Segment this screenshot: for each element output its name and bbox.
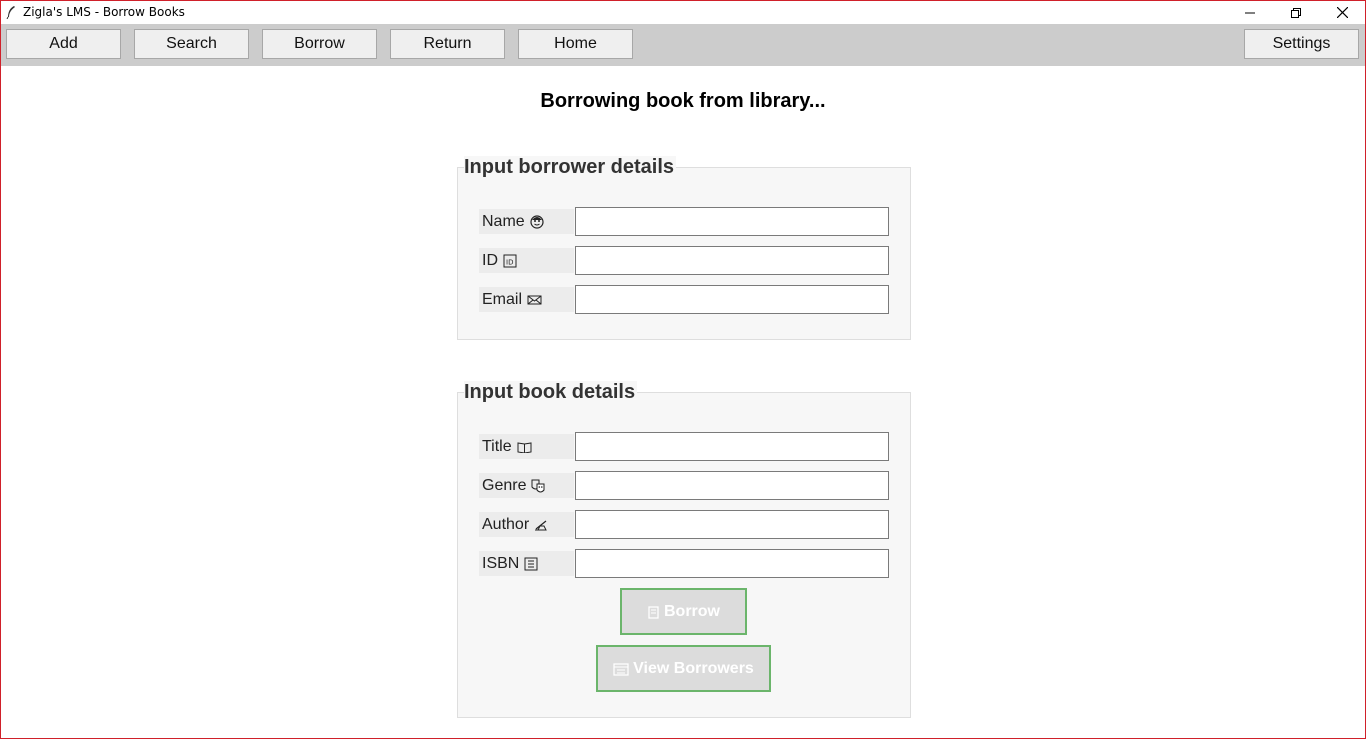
book-group-title: Input book details xyxy=(464,381,638,404)
restore-button[interactable] xyxy=(1273,1,1319,24)
barcode-icon xyxy=(524,557,538,571)
app-window: Zigla's LMS - Borrow Books Add Search Bo… xyxy=(0,0,1366,739)
theater-masks-icon xyxy=(531,479,545,493)
email-label: Email xyxy=(479,287,574,312)
card-index-icon xyxy=(613,662,629,676)
face-icon xyxy=(530,214,544,229)
writing-hand-icon xyxy=(534,519,548,531)
name-input[interactable] xyxy=(575,207,889,236)
name-label: Name xyxy=(479,209,574,234)
toolbar: Add Search Borrow Return Home Settings xyxy=(1,24,1365,66)
window-title: Zigla's LMS - Borrow Books xyxy=(23,5,185,19)
author-label-text: Author xyxy=(482,515,530,533)
scroll-icon xyxy=(647,605,660,619)
isbn-input[interactable] xyxy=(575,549,889,578)
title-bar: Zigla's LMS - Borrow Books xyxy=(1,1,1365,24)
email-input[interactable] xyxy=(575,285,889,314)
envelope-icon xyxy=(527,294,542,306)
id-icon: ID xyxy=(503,254,517,268)
borrow-nav-button[interactable]: Borrow xyxy=(262,29,377,59)
minimize-button[interactable] xyxy=(1227,1,1273,24)
feather-icon xyxy=(6,6,15,19)
id-input[interactable] xyxy=(575,246,889,275)
restore-icon xyxy=(1291,7,1301,18)
title-label: Title xyxy=(479,434,574,459)
title-label-text: Title xyxy=(482,437,512,455)
email-label-text: Email xyxy=(482,290,523,308)
genre-label: Genre xyxy=(479,473,574,498)
borrow-submit-label: Borrow xyxy=(664,602,720,620)
isbn-label: ISBN xyxy=(479,551,574,576)
close-button[interactable] xyxy=(1319,1,1365,24)
borrow-submit-button[interactable]: Borrow xyxy=(620,588,747,635)
name-label-text: Name xyxy=(482,212,525,230)
id-label: ID ID xyxy=(479,248,574,273)
close-icon xyxy=(1336,7,1348,18)
view-borrowers-label: View Borrowers xyxy=(633,659,754,677)
title-input[interactable] xyxy=(575,432,889,461)
minimize-icon xyxy=(1245,12,1255,13)
view-borrowers-button[interactable]: View Borrowers xyxy=(596,645,771,692)
isbn-label-text: ISBN xyxy=(482,554,520,572)
open-book-icon xyxy=(517,441,532,453)
search-button[interactable]: Search xyxy=(134,29,249,59)
id-label-text: ID xyxy=(482,251,498,269)
settings-button[interactable]: Settings xyxy=(1244,29,1359,59)
author-label: Author xyxy=(479,512,574,537)
genre-input[interactable] xyxy=(575,471,889,500)
home-button[interactable]: Home xyxy=(518,29,633,59)
svg-text:ID: ID xyxy=(506,258,513,266)
add-button[interactable]: Add xyxy=(6,29,121,59)
genre-label-text: Genre xyxy=(482,476,527,494)
author-input[interactable] xyxy=(575,510,889,539)
page-title: Borrowing book from library... xyxy=(540,90,826,112)
borrower-group-title: Input borrower details xyxy=(464,156,677,179)
return-button[interactable]: Return xyxy=(390,29,505,59)
